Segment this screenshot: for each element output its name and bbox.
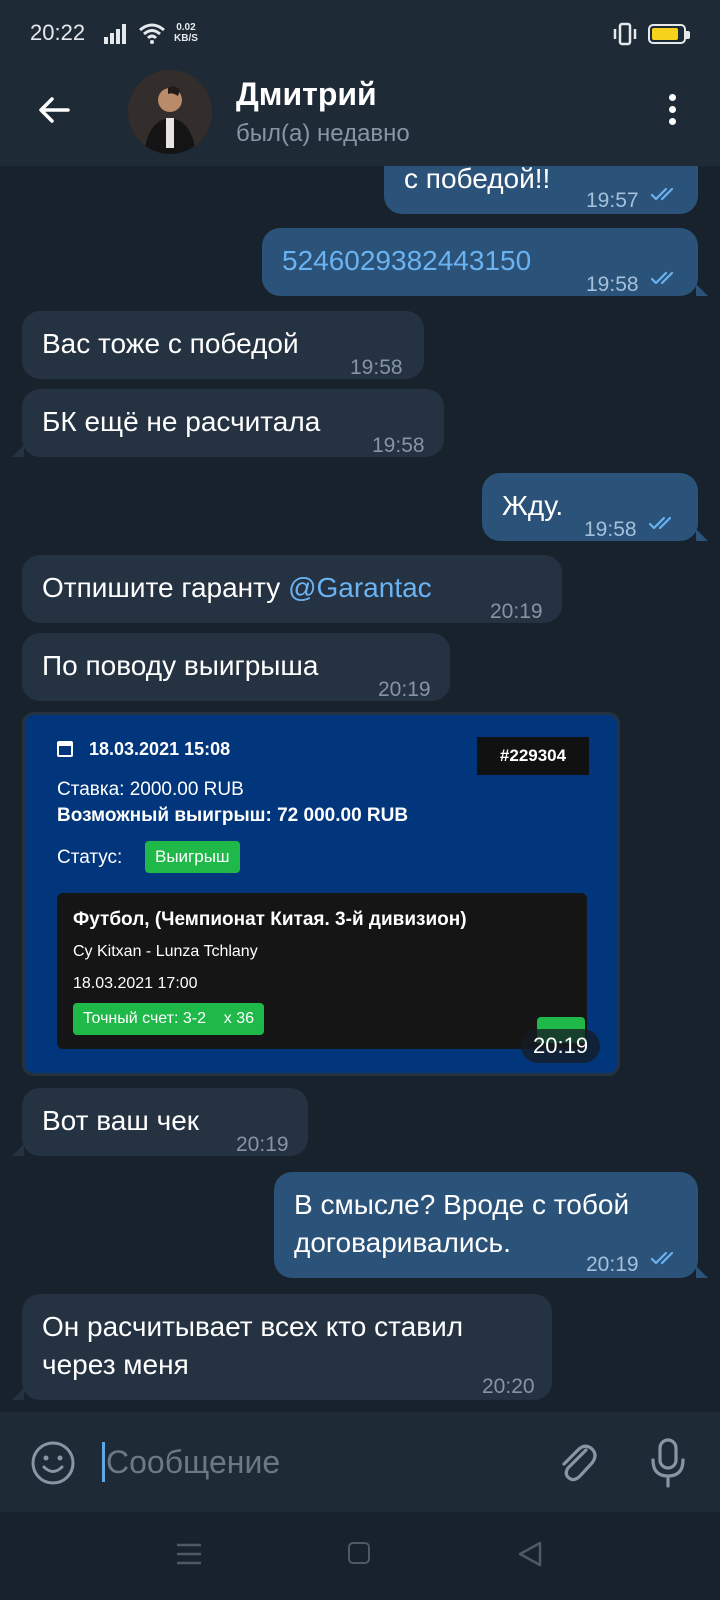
message-time: 19:58 bbox=[372, 434, 425, 457]
possible-win: Возможный выигрыш: 72 000.00 RUB bbox=[57, 805, 409, 826]
status-bar: 20:22 0.02 KB/S bbox=[0, 0, 720, 56]
double-check-icon bbox=[650, 271, 674, 285]
message-incoming[interactable]: БК ещё не расчитала 19:58 bbox=[22, 389, 444, 457]
message-text: БК ещё не расчитала bbox=[42, 406, 321, 437]
message-input[interactable] bbox=[106, 1438, 526, 1486]
home-icon[interactable] bbox=[348, 1542, 370, 1564]
message-time: 19:58 bbox=[584, 518, 637, 541]
wifi-icon bbox=[139, 23, 165, 44]
receipt-date: 18.03.2021 15:08 bbox=[89, 739, 231, 759]
speed-unit: KB/S bbox=[174, 33, 198, 44]
status-label: Статус: bbox=[57, 847, 123, 868]
system-navigation-bar bbox=[0, 1512, 720, 1600]
event-card: Футбол, (Чемпионат Китая. 3-й дивизион) … bbox=[57, 893, 587, 1049]
message-text: По поводу выигрыша bbox=[42, 650, 319, 681]
back-arrow-icon[interactable] bbox=[34, 90, 74, 130]
vibrate-icon bbox=[613, 22, 637, 46]
message-outgoing[interactable]: В смысле? Вроде с тобой договаривались. … bbox=[274, 1172, 698, 1278]
message-incoming[interactable]: Вас тоже с победой 19:58 bbox=[22, 311, 424, 379]
bubble-tail bbox=[12, 1144, 24, 1156]
message-outgoing[interactable]: Жду. 19:58 bbox=[482, 473, 698, 541]
message-incoming[interactable]: Он расчитывает всех кто ставил через мен… bbox=[22, 1294, 552, 1400]
message-text: Вот ваш чек bbox=[42, 1105, 200, 1136]
speed-value: 0.02 bbox=[176, 22, 196, 33]
message-text: Отпишите гаранту bbox=[42, 572, 289, 603]
recent-apps-icon[interactable] bbox=[176, 1542, 202, 1566]
message-time: 20:19 bbox=[586, 1253, 639, 1276]
emoji-icon[interactable] bbox=[30, 1440, 76, 1486]
message-time: 19:57 bbox=[586, 189, 639, 212]
message-composer bbox=[0, 1412, 720, 1512]
avatar[interactable] bbox=[128, 70, 212, 154]
message-list[interactable]: с победой!! 19:57 5246029382443150 19:58… bbox=[0, 166, 720, 1412]
signal-icon bbox=[104, 24, 126, 44]
double-check-icon bbox=[648, 516, 672, 530]
message-incoming[interactable]: Отпишите гаранту @Garantac 20:19 bbox=[22, 555, 562, 623]
bubble-tail bbox=[12, 1388, 24, 1400]
message-time: 19:58 bbox=[350, 356, 403, 379]
message-time: 19:58 bbox=[586, 273, 639, 296]
message-time: 20:19 bbox=[490, 600, 543, 623]
bet-id: #229304 bbox=[477, 737, 589, 775]
message-text-line: Он расчитывает всех кто ставил bbox=[42, 1311, 464, 1342]
message-outgoing[interactable]: с победой!! 19:57 bbox=[384, 166, 698, 214]
bubble-tail bbox=[696, 1266, 708, 1278]
bubble-tail bbox=[696, 284, 708, 296]
network-speed: 0.02 KB/S bbox=[174, 22, 198, 44]
event-sport: Футбол, (Чемпионат Китая. 3-й дивизион) bbox=[73, 909, 467, 930]
double-check-icon bbox=[650, 1251, 674, 1265]
message-text-wrap: Отпишите гаранту @Garantac bbox=[42, 569, 432, 607]
message-link[interactable]: 5246029382443150 bbox=[282, 242, 531, 280]
event-teams: Cy Kitxan - Lunza Tchlany bbox=[73, 943, 258, 960]
message-text-line: договаривались. bbox=[294, 1227, 511, 1258]
status-time: 20:22 bbox=[30, 20, 86, 45]
message-incoming[interactable]: Вот ваш чек 20:19 bbox=[22, 1088, 308, 1156]
battery-icon bbox=[648, 24, 690, 44]
microphone-icon[interactable] bbox=[648, 1436, 688, 1488]
bubble-tail bbox=[12, 445, 24, 457]
calendar-icon bbox=[57, 741, 73, 757]
status-badge: Выигрыш bbox=[145, 841, 240, 873]
avatar-image bbox=[128, 70, 212, 154]
text-caret bbox=[102, 1442, 105, 1482]
bet-receipt-image[interactable]: 18.03.2021 15:08 #229304 Ставка: 2000.00… bbox=[22, 712, 620, 1076]
event-date: 18.03.2021 17:00 bbox=[73, 975, 198, 992]
bubble-tail bbox=[696, 529, 708, 541]
message-time: 20:19 bbox=[521, 1029, 601, 1063]
message-time: 20:19 bbox=[236, 1133, 289, 1156]
message-text: с победой!! bbox=[404, 166, 551, 194]
message-text: Вас тоже с победой bbox=[42, 328, 299, 359]
message-time: 20:19 bbox=[378, 678, 431, 701]
message-text: Жду. bbox=[502, 490, 564, 521]
message-time: 20:20 bbox=[482, 1375, 535, 1398]
message-text-line: В смысле? Вроде с тобой bbox=[294, 1189, 630, 1220]
chat-header: Дмитрий был(а) недавно bbox=[0, 56, 720, 166]
contact-status: был(а) недавно bbox=[236, 120, 410, 147]
message-incoming[interactable]: По поводу выигрыша 20:19 bbox=[22, 633, 450, 701]
mention-link[interactable]: @Garantac bbox=[288, 572, 432, 603]
paperclip-icon[interactable] bbox=[552, 1436, 600, 1488]
message-text-line: через меня bbox=[42, 1349, 189, 1380]
stake: Ставка: 2000.00 RUB bbox=[57, 779, 244, 800]
exact-score-badge: Точный счет: 3-2 x 36 bbox=[73, 1003, 265, 1035]
double-check-icon bbox=[650, 187, 674, 201]
message-outgoing[interactable]: 5246029382443150 19:58 bbox=[262, 228, 698, 296]
contact-name[interactable]: Дмитрий bbox=[236, 76, 377, 113]
more-vertical-icon[interactable] bbox=[660, 94, 684, 130]
nav-back-icon[interactable] bbox=[516, 1540, 544, 1568]
